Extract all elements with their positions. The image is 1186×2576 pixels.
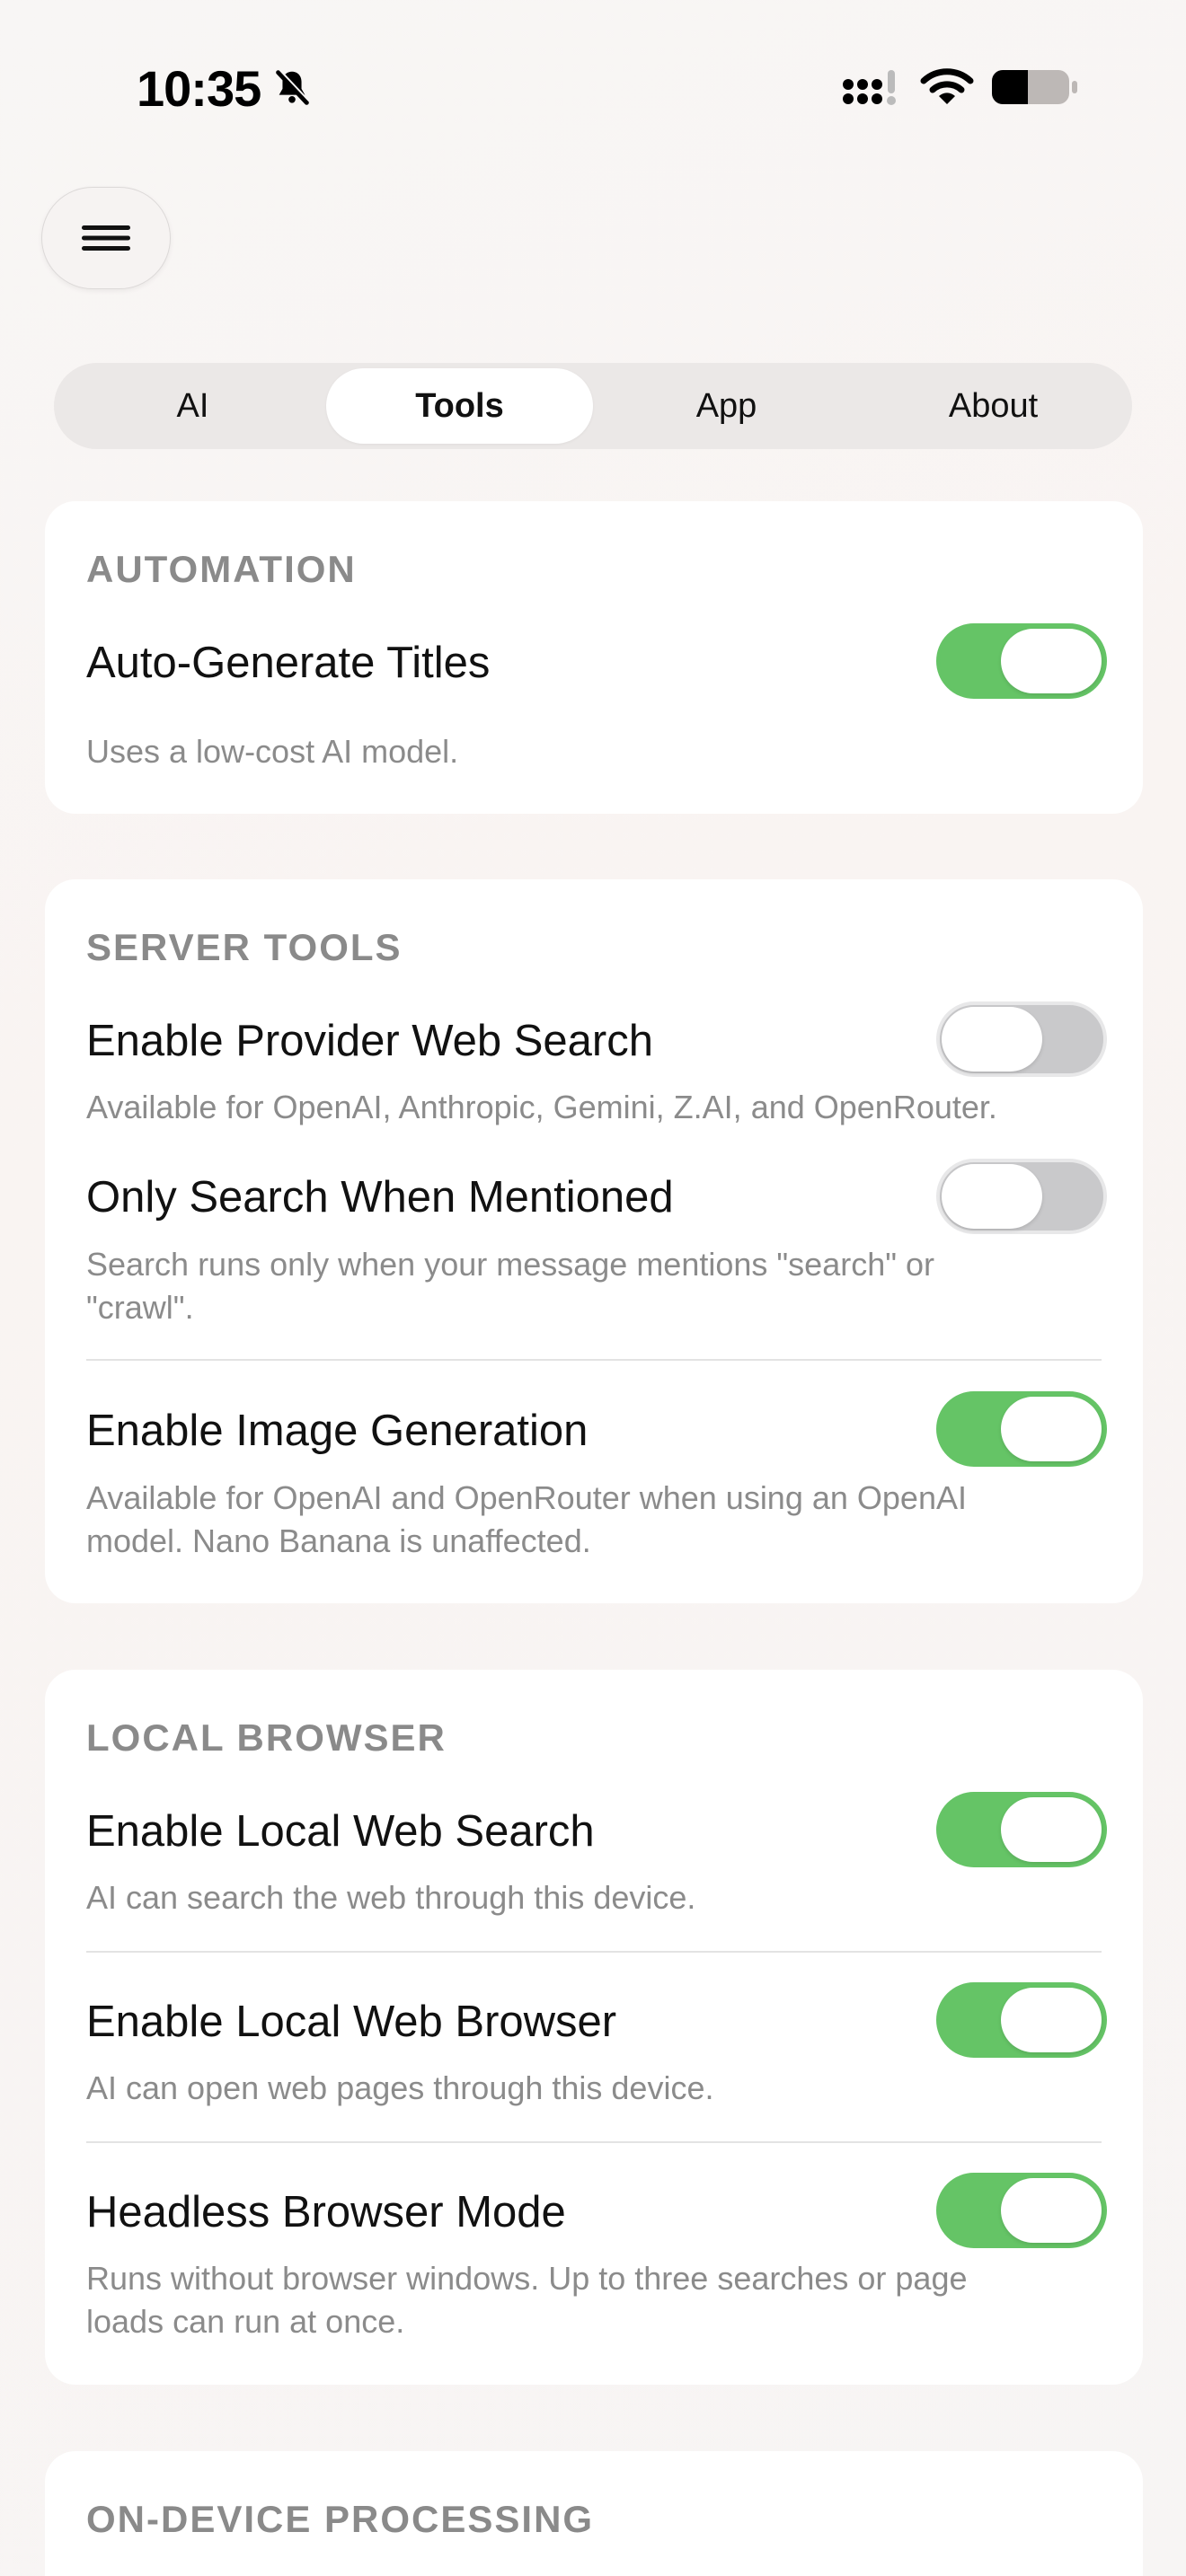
headless-browser-description: Runs without browser windows. Up to thre… [86, 2260, 968, 2340]
auto-titles-description: Uses a low-cost AI model. [86, 733, 459, 770]
tab-app[interactable]: App [593, 368, 860, 444]
auto-titles-toggle[interactable] [936, 623, 1107, 699]
toggle-knob [1001, 1397, 1102, 1461]
section-header: SERVER TOOLS [86, 926, 403, 968]
provider-web-search-toggle[interactable] [936, 1001, 1107, 1077]
tab-ai[interactable]: AI [59, 368, 326, 444]
toggle-knob [942, 1164, 1042, 1229]
status-bar: 10:35 [0, 0, 1186, 171]
tab-tools[interactable]: Tools [326, 368, 593, 444]
divider [86, 1359, 1102, 1361]
only-search-mentioned-toggle[interactable] [936, 1159, 1107, 1234]
automation-section: AUTOMATION Auto-Generate Titles Uses a l… [45, 501, 1143, 814]
only-search-mentioned-description: Search runs only when your message menti… [86, 1246, 935, 1326]
settings-tabs: AI Tools App About [54, 363, 1132, 449]
status-time: 10:35 [137, 60, 261, 117]
local-browser-section: LOCAL BROWSER Enable Local Web Search AI… [45, 1670, 1143, 2385]
cellular-signal-icon [843, 70, 896, 105]
bell-slash-icon [276, 69, 310, 105]
local-web-search-label: Enable Local Web Search [86, 1807, 595, 1856]
on-device-processing-section: ON-DEVICE PROCESSING [45, 2451, 1143, 2576]
tab-about[interactable]: About [860, 368, 1127, 444]
section-header: LOCAL BROWSER [86, 1716, 447, 1759]
toggle-knob [1001, 1797, 1102, 1862]
toggle-knob [1001, 629, 1102, 693]
headless-browser-toggle[interactable] [936, 2173, 1107, 2248]
local-web-browser-label: Enable Local Web Browser [86, 1998, 617, 2046]
only-search-mentioned-label: Only Search When Mentioned [86, 1173, 674, 1222]
provider-web-search-description: Available for OpenAI, Anthropic, Gemini,… [86, 1089, 997, 1125]
local-web-browser-description: AI can open web pages through this devic… [86, 2069, 714, 2106]
battery-icon [992, 70, 1077, 104]
menu-button[interactable] [41, 187, 171, 289]
toggle-knob [1001, 2178, 1102, 2243]
server-tools-section: SERVER TOOLS Enable Provider Web Search … [45, 879, 1143, 1603]
toggle-knob [1001, 1988, 1102, 2052]
image-generation-label: Enable Image Generation [86, 1407, 589, 1455]
section-header: ON-DEVICE PROCESSING [86, 2498, 595, 2540]
local-web-search-description: AI can search the web through this devic… [86, 1879, 696, 1916]
image-generation-toggle[interactable] [936, 1391, 1107, 1467]
auto-titles-label: Auto-Generate Titles [86, 639, 491, 687]
section-header: AUTOMATION [86, 548, 357, 590]
hamburger-menu-icon [82, 225, 130, 251]
divider [86, 2141, 1102, 2143]
headless-browser-label: Headless Browser Mode [86, 2188, 566, 2236]
provider-web-search-label: Enable Provider Web Search [86, 1017, 653, 1065]
toggle-knob [942, 1007, 1042, 1072]
local-web-search-toggle[interactable] [936, 1792, 1107, 1867]
local-web-browser-toggle[interactable] [936, 1982, 1107, 2058]
divider [86, 1951, 1102, 1953]
image-generation-description: Available for OpenAI and OpenRouter when… [86, 1479, 967, 1559]
wifi-icon [920, 68, 974, 104]
